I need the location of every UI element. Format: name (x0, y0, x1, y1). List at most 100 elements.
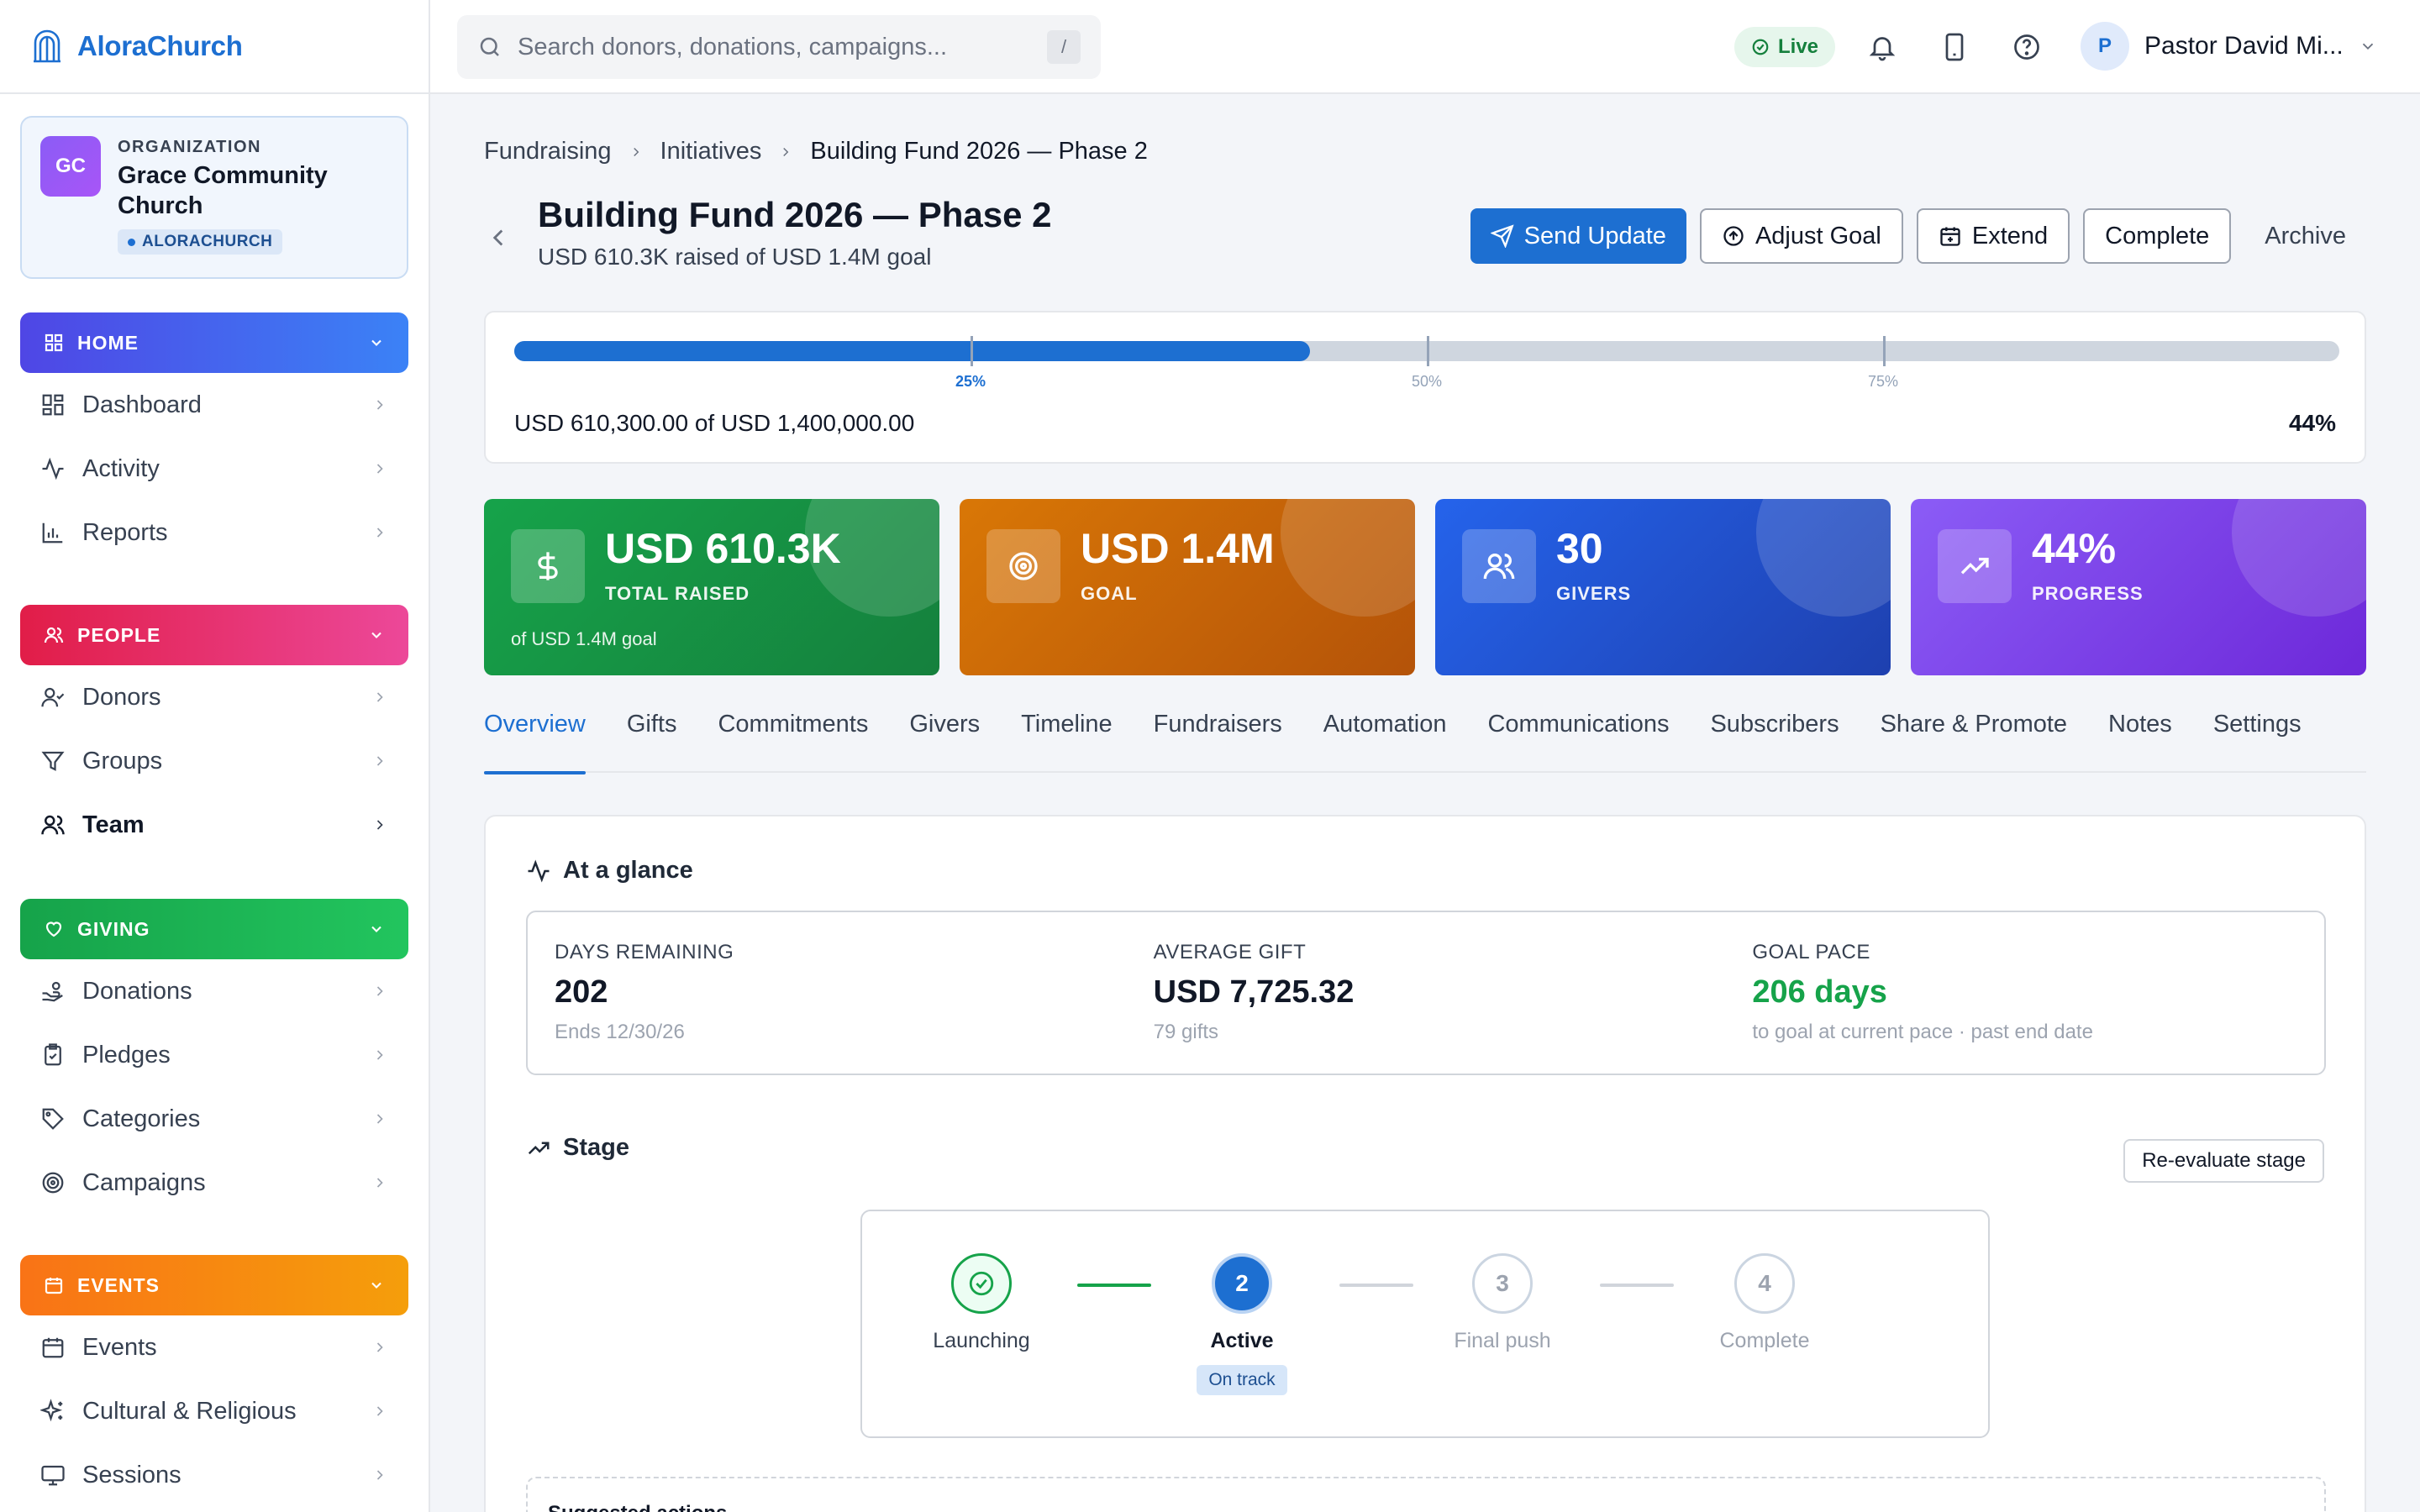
chevron-down-icon (2359, 37, 2377, 55)
user-menu[interactable]: P Pastor David Mi... (2081, 22, 2377, 71)
stage-step-launching[interactable]: Launching (897, 1253, 1065, 1353)
tab-automation[interactable]: Automation (1323, 699, 1447, 773)
sidebar-item-activity[interactable]: Activity (20, 437, 408, 501)
glance-label: DAYS REMAINING (555, 941, 734, 963)
complete-button[interactable]: Complete (2083, 208, 2232, 264)
trending-up-icon (526, 1136, 551, 1161)
group-header-giving[interactable]: GIVING (20, 899, 408, 959)
grid-icon (44, 333, 64, 353)
re-evaluate-stage-button[interactable]: Re-evaluate stage (2123, 1139, 2324, 1183)
send-update-button[interactable]: Send Update (1470, 208, 1686, 264)
sidebar-item-cultural-religious[interactable]: Cultural & Religious (20, 1379, 408, 1443)
notifications-button[interactable] (1864, 29, 1901, 66)
help-button[interactable] (2008, 29, 2045, 66)
heart-hand-icon (44, 919, 64, 939)
stat-card-givers[interactable]: 30 GIVERS (1435, 499, 1891, 675)
live-status-badge: Live (1734, 27, 1836, 67)
breadcrumb-current: Building Fund 2026 — Phase 2 (810, 138, 1148, 165)
sidebar-item-groups[interactable]: Groups (20, 729, 408, 793)
stage-connector (1339, 1284, 1413, 1287)
stat-card-goal[interactable]: USD 1.4M GOAL (960, 499, 1415, 675)
target-icon (40, 1170, 66, 1195)
extend-button[interactable]: Extend (1916, 208, 2070, 264)
group-header-home[interactable]: HOME (20, 312, 408, 373)
tab-timeline[interactable]: Timeline (1021, 699, 1113, 773)
stage-connector (1600, 1284, 1674, 1287)
monitor-icon (40, 1462, 66, 1488)
stat-card-progress[interactable]: 44% PROGRESS (1911, 499, 2366, 675)
back-button[interactable] (484, 223, 513, 252)
sidebar-item-label: Activity (82, 454, 160, 482)
org-badge: ALORACHURCH (118, 229, 283, 255)
sidebar-item-label: Events (82, 1333, 157, 1361)
tab-share-promote[interactable]: Share & Promote (1881, 699, 2067, 773)
sidebar-item-label: Sessions (82, 1461, 182, 1488)
page-title: Building Fund 2026 — Phase 2 (538, 195, 1052, 234)
chevron-right-icon (371, 460, 388, 477)
tab-communications[interactable]: Communications (1487, 699, 1669, 773)
brand[interactable]: AloraChurch (0, 0, 429, 94)
stage-title: Stage (563, 1134, 629, 1161)
search-input[interactable]: Search donors, donations, campaigns... (518, 34, 1032, 61)
stage-step-name: Launching (933, 1329, 1030, 1352)
stage-step-name: Active (1210, 1329, 1274, 1352)
sidebar-item-donations[interactable]: Donations (20, 959, 408, 1023)
breadcrumb-initiatives[interactable]: Initiatives (660, 138, 762, 165)
tab-gifts[interactable]: Gifts (627, 699, 677, 773)
group-header-events[interactable]: EVENTS (20, 1255, 408, 1315)
stage-step-final-push[interactable]: 3 Final push (1418, 1253, 1586, 1353)
chevron-right-icon (371, 524, 388, 541)
sidebar-item-label: Dashboard (82, 391, 202, 418)
nav-group-people: PEOPLE Donors Groups Team (20, 605, 408, 857)
progress-percent: 44% (2288, 410, 2336, 436)
sidebar-item-categories[interactable]: Categories (20, 1087, 408, 1151)
filter-icon (40, 748, 66, 774)
sidebar-item-team[interactable]: Team (20, 793, 408, 857)
tab-subscribers[interactable]: Subscribers (1710, 699, 1839, 773)
chevron-right-icon (629, 144, 644, 160)
tab-overview[interactable]: Overview (484, 699, 586, 774)
tab-bar: Overview Gifts Commitments Givers Timeli… (484, 699, 2366, 774)
group-label: EVENTS (77, 1273, 160, 1296)
sidebar-item-label: Pledges (82, 1041, 171, 1068)
sidebar-item-reports[interactable]: Reports (20, 501, 408, 564)
search-shortcut-key: / (1047, 30, 1081, 64)
archive-button[interactable]: Archive (2244, 208, 2366, 264)
sparkles-icon (40, 1399, 66, 1424)
organization-card[interactable]: GC ORGANIZATION Grace Community Church A… (20, 116, 408, 279)
tab-commitments[interactable]: Commitments (718, 699, 868, 773)
sidebar-item-sessions[interactable]: Sessions (20, 1443, 408, 1507)
extend-label: Extend (1971, 222, 2049, 249)
glance-value: USD 7,725.32 (1153, 974, 1355, 1010)
sidebar-item-label: Donations (82, 977, 192, 1005)
stat-card-total-raised[interactable]: USD 610.3K TOTAL RAISED of USD 1.4M goal (484, 499, 939, 675)
milestone-label-25: 25% (955, 373, 986, 390)
glance-sub: to goal at current pace · past end date (1752, 1021, 2093, 1043)
sidebar-item-label: Groups (82, 747, 163, 774)
search-bar[interactable]: Search donors, donations, campaigns... / (457, 15, 1101, 79)
mobile-view-button[interactable] (1936, 29, 1973, 66)
sidebar-item-events[interactable]: Events (20, 1315, 408, 1379)
chevron-down-icon (368, 921, 385, 937)
target-icon (1007, 549, 1040, 583)
app-root: AloraChurch GC ORGANIZATION Grace Commun… (0, 0, 2420, 1512)
breadcrumb-fundraising[interactable]: Fundraising (484, 138, 612, 165)
stage-step-active[interactable]: 2 Active On track (1158, 1253, 1326, 1395)
stage-step-circle: 2 (1212, 1253, 1272, 1314)
adjust-goal-button[interactable]: Adjust Goal (1699, 208, 1903, 264)
sidebar: AloraChurch GC ORGANIZATION Grace Commun… (0, 0, 430, 1512)
sidebar-item-pledges[interactable]: Pledges (20, 1023, 408, 1087)
sidebar-item-dashboard[interactable]: Dashboard (20, 373, 408, 437)
sidebar-item-campaigns[interactable]: Campaigns (20, 1151, 408, 1215)
bell-icon (1867, 32, 1897, 62)
tag-icon (40, 1106, 66, 1131)
sidebar-item-donors[interactable]: Donors (20, 665, 408, 729)
tab-settings[interactable]: Settings (2213, 699, 2302, 773)
tab-givers[interactable]: Givers (909, 699, 980, 773)
tab-fundraisers[interactable]: Fundraisers (1154, 699, 1282, 773)
chevron-right-icon (371, 1467, 388, 1483)
group-header-people[interactable]: PEOPLE (20, 605, 408, 665)
tab-notes[interactable]: Notes (2108, 699, 2172, 773)
glance-average-gift: AVERAGE GIFT USD 7,725.32 79 gifts (1127, 912, 1726, 1074)
stage-step-complete[interactable]: 4 Complete (1681, 1253, 1849, 1353)
